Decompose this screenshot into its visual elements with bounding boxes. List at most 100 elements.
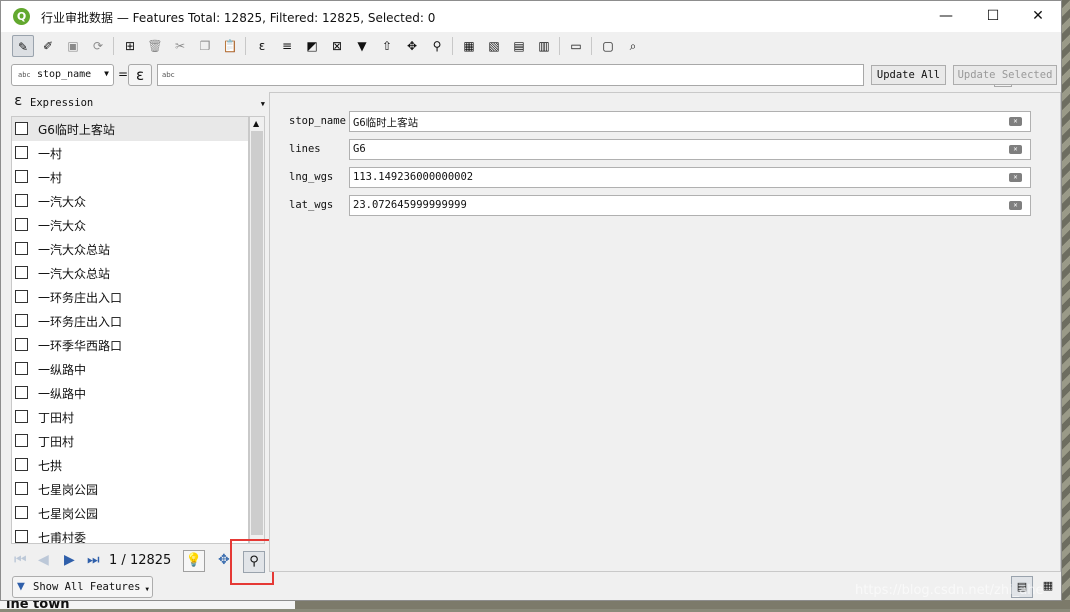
list-item[interactable]: 一汽大众总站: [12, 237, 248, 261]
toolbar: ✎ ✐ ▣ ⟳ ⊞ 🗑 ✂ ❐ 📋 ε ≡ ◩ ⊠ ▼ ⇧ ✥ ⚲ ▦ ▧ ▤ ▥ ▭ ▢ ⌕: [9, 34, 1057, 60]
feature-list-scrollbar[interactable]: ▲: [249, 116, 265, 544]
paste-icon[interactable]: 📋: [219, 35, 241, 57]
list-item-label: 一环务庄出入口: [38, 291, 123, 305]
list-item-checkbox[interactable]: [15, 482, 28, 495]
list-item[interactable]: 一汽大众: [12, 189, 248, 213]
clear-icon[interactable]: ✕: [1009, 145, 1022, 154]
list-item-checkbox[interactable]: [15, 506, 28, 519]
list-item-label: 一汽大众总站: [38, 243, 111, 257]
invert-selection-icon[interactable]: ◩: [301, 35, 323, 57]
list-item[interactable]: 一汽大众: [12, 213, 248, 237]
title-bar[interactable]: Q 行业审批数据 — Features Total: 12825, Filter…: [1, 1, 1061, 32]
list-item[interactable]: 丁田村: [12, 405, 248, 429]
delete-field-icon[interactable]: ▧: [483, 35, 505, 57]
list-item[interactable]: 七星岗公园: [12, 477, 248, 501]
clear-icon[interactable]: ✕: [1009, 117, 1022, 126]
display-expression-header[interactable]: ε Expression ▼: [11, 92, 265, 116]
list-item-label: 一汽大众: [38, 219, 87, 233]
list-item-checkbox[interactable]: [15, 218, 28, 231]
list-item-checkbox[interactable]: [15, 386, 28, 399]
save-edits-icon[interactable]: ▣: [62, 35, 84, 57]
counter-separator: /: [121, 553, 126, 568]
field-calculator-icon[interactable]: ▤: [508, 35, 530, 57]
list-item-checkbox[interactable]: [15, 338, 28, 351]
form-row-lat_wgs: lat_wgs 23.072645999999999 ✕: [270, 195, 1062, 217]
background-strip: [0, 600, 1070, 609]
list-item[interactable]: 一村: [12, 165, 248, 189]
expression-builder-button[interactable]: ε: [128, 64, 152, 86]
select-all-icon[interactable]: ≡: [276, 35, 298, 57]
move-selection-top-icon[interactable]: ⇧: [376, 35, 398, 57]
list-item[interactable]: G6临时上客站: [12, 117, 248, 141]
filter-icon[interactable]: ▼: [351, 35, 373, 57]
update-all-button[interactable]: Update All: [871, 65, 946, 85]
list-item-checkbox[interactable]: [15, 290, 28, 303]
scroll-up-icon[interactable]: ▲: [253, 119, 259, 128]
scrollbar-thumb[interactable]: [251, 131, 263, 535]
cut-icon[interactable]: ✂: [169, 35, 191, 57]
field-input[interactable]: 113.149236000000002 ✕: [349, 167, 1031, 188]
delete-feature-icon[interactable]: 🗑: [144, 35, 166, 57]
new-field-icon[interactable]: ▦: [458, 35, 480, 57]
field-input[interactable]: G6临时上客站 ✕: [349, 111, 1031, 132]
minimize-button[interactable]: —: [923, 1, 969, 32]
conditional-formatting-icon[interactable]: ▥: [533, 35, 555, 57]
list-item-checkbox[interactable]: [15, 410, 28, 423]
list-item[interactable]: 一环务庄出入口: [12, 285, 248, 309]
watermark: https://blog.csdn.net/zhi_ahe: [855, 583, 1044, 598]
list-item[interactable]: 一环务庄出入口: [12, 309, 248, 333]
maximize-button[interactable]: ☐: [970, 1, 1016, 32]
list-item[interactable]: 七拱: [12, 453, 248, 477]
list-item-checkbox[interactable]: [15, 530, 28, 543]
list-item-checkbox[interactable]: [15, 122, 28, 135]
close-button[interactable]: ✕: [1015, 1, 1061, 32]
pan-to-selection-icon[interactable]: ✥: [401, 35, 423, 57]
dock-icon[interactable]: ▢: [597, 35, 619, 57]
show-features-dropdown[interactable]: ▼ Show All Features ▼: [12, 576, 153, 598]
multi-edit-icon[interactable]: ✐: [37, 35, 59, 57]
clear-icon[interactable]: ✕: [1009, 201, 1022, 210]
list-item-checkbox[interactable]: [15, 314, 28, 327]
list-item-checkbox[interactable]: [15, 170, 28, 183]
highlight-feature-icon[interactable]: 💡: [183, 550, 205, 572]
update-selected-button[interactable]: Update Selected: [953, 65, 1057, 85]
zoom-to-selection-icon[interactable]: ⚲: [426, 35, 448, 57]
field-input[interactable]: 23.072645999999999 ✕: [349, 195, 1031, 216]
list-item-checkbox[interactable]: [15, 434, 28, 447]
select-by-expression-icon[interactable]: ε: [251, 35, 273, 57]
clear-icon[interactable]: ✕: [1009, 173, 1022, 182]
feature-list: G6临时上客站 一村 一村 一汽大众 一汽大众 一汽大众总站 一汽大众总站 一环务庄出入口 一环…: [11, 116, 249, 544]
actions-icon[interactable]: ▭: [565, 35, 587, 57]
list-item-label: 一环务庄出入口: [38, 315, 123, 329]
field-input[interactable]: G6 ✕: [349, 139, 1031, 160]
first-feature-icon[interactable]: ⏮: [14, 552, 27, 568]
list-item-checkbox[interactable]: [15, 458, 28, 471]
list-item[interactable]: 一环季华西路口: [12, 333, 248, 357]
field-select[interactable]: abc stop_name ▼: [11, 64, 114, 86]
next-feature-icon[interactable]: ▶: [64, 552, 75, 568]
list-item[interactable]: 一村: [12, 141, 248, 165]
search-icon[interactable]: ⌕: [622, 35, 644, 57]
list-item-checkbox[interactable]: [15, 242, 28, 255]
list-item-checkbox[interactable]: [15, 194, 28, 207]
expression-input[interactable]: abc ▼: [157, 64, 1012, 87]
reload-icon[interactable]: ⟳: [87, 35, 109, 57]
last-feature-icon[interactable]: ⏭: [87, 552, 100, 568]
add-feature-icon[interactable]: ⊞: [119, 35, 141, 57]
list-item[interactable]: 一汽大众总站: [12, 261, 248, 285]
toggle-editing-icon[interactable]: ✎: [12, 35, 34, 57]
list-item-checkbox[interactable]: [15, 146, 28, 159]
list-item[interactable]: 一纵路中: [12, 381, 248, 405]
list-item[interactable]: 一纵路中: [12, 357, 248, 381]
list-item-checkbox[interactable]: [15, 362, 28, 375]
copy-icon[interactable]: ❐: [194, 35, 216, 57]
list-item[interactable]: 丁田村: [12, 429, 248, 453]
pan-to-feature-icon[interactable]: ✥: [218, 552, 230, 568]
list-item[interactable]: 七甫村委: [12, 525, 248, 543]
list-item-checkbox[interactable]: [15, 266, 28, 279]
list-item[interactable]: 七星岗公园: [12, 501, 248, 525]
deselect-all-icon[interactable]: ⊠: [326, 35, 348, 57]
current-feature: 1: [109, 553, 118, 568]
list-item-label: 七拱: [38, 459, 63, 473]
previous-feature-icon[interactable]: ◀: [38, 552, 49, 568]
